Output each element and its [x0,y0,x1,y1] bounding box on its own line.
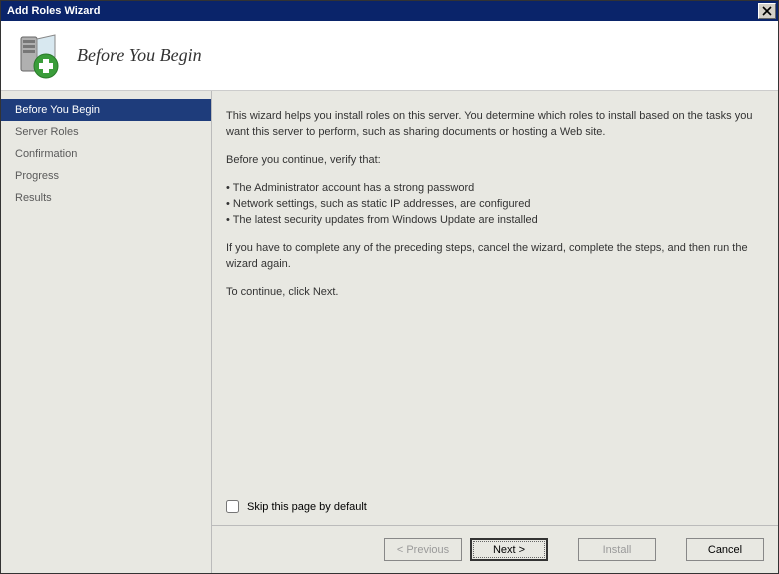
bullet-item: • The Administrator account has a strong… [226,181,758,197]
note-text: If you have to complete any of the prece… [226,241,758,273]
skip-checkbox[interactable] [226,500,239,513]
page-title: Before You Begin [77,45,202,66]
sidebar-item-server-roles[interactable]: Server Roles [1,121,211,143]
sidebar-item-before-you-begin[interactable]: Before You Begin [1,99,211,121]
skip-checkbox-row: Skip this page by default [212,500,778,525]
previous-button: < Previous [384,538,462,561]
footer: < Previous Next > Install Cancel [212,525,778,573]
continue-text: To continue, click Next. [226,285,758,301]
content-main: This wizard helps you install roles on t… [212,91,778,500]
install-button: Install [578,538,656,561]
next-button[interactable]: Next > [470,538,548,561]
skip-label: Skip this page by default [247,501,367,513]
sidebar-item-confirmation[interactable]: Confirmation [1,143,211,165]
sidebar: Before You Begin Server Roles Confirmati… [1,91,211,573]
server-role-icon [13,31,63,81]
content-panel: This wizard helps you install roles on t… [211,91,778,573]
body: Before You Begin Server Roles Confirmati… [1,91,778,573]
verify-bullets: • The Administrator account has a strong… [226,181,758,229]
wizard-window: Add Roles Wizard Before You Begin Before… [0,0,779,574]
intro-text: This wizard helps you install roles on t… [226,109,758,141]
bullet-item: • The latest security updates from Windo… [226,213,758,229]
cancel-button[interactable]: Cancel [686,538,764,561]
sidebar-item-results[interactable]: Results [1,187,211,209]
sidebar-item-progress[interactable]: Progress [1,165,211,187]
verify-heading: Before you continue, verify that: [226,153,758,169]
close-button[interactable] [758,3,776,19]
bullet-item: • Network settings, such as static IP ad… [226,197,758,213]
titlebar: Add Roles Wizard [1,1,778,21]
close-icon [762,6,772,16]
window-title: Add Roles Wizard [7,5,758,17]
header: Before You Begin [1,21,778,91]
